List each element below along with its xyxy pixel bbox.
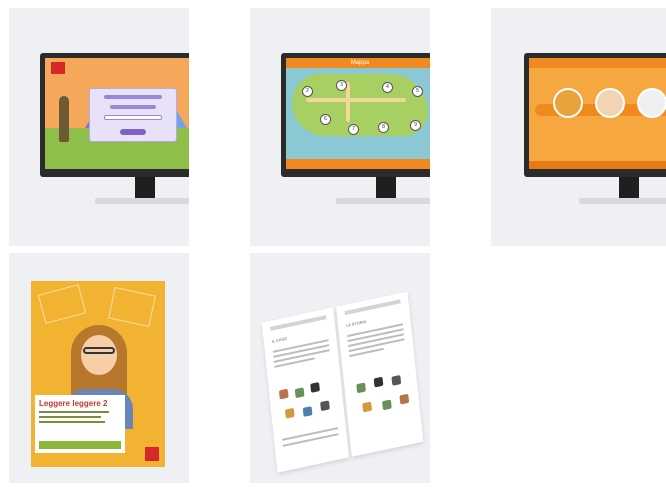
monitor-stand (376, 177, 396, 199)
monitor-base (95, 198, 189, 204)
gallery-thumbnail-2[interactable]: Mappa 2 3 4 5 6 7 8 9 (250, 8, 430, 246)
lion-character-icon (553, 88, 583, 118)
workbook-left-page: IL CASO (261, 307, 349, 473)
map-island (292, 74, 428, 136)
cat-character-icon (637, 88, 666, 118)
workbook-right-page: LA STORIA (336, 291, 424, 457)
book-title-box: Leggere leggere 2 (35, 395, 125, 453)
monitor-base (336, 198, 430, 204)
map-node: 4 (382, 82, 393, 93)
open-workbook: IL CASO LA STORIA (261, 291, 424, 473)
gallery-thumbnail-1[interactable] (9, 8, 189, 246)
monitor-frame: Mappa 2 3 4 5 6 7 8 9 (281, 53, 430, 177)
book-title: Leggere leggere 2 (39, 399, 108, 408)
screen-footer-bar (286, 159, 430, 169)
login-panel (89, 88, 177, 142)
map-node: 6 (320, 114, 331, 125)
monitor-base (579, 198, 666, 204)
gallery-thumbnail-5[interactable]: IL CASO LA STORIA (250, 253, 430, 483)
monitor-frame (40, 53, 189, 177)
left-page-heading: IL CASO (271, 335, 288, 344)
monitor-frame (524, 53, 666, 177)
girl-illustration-icon (81, 335, 117, 375)
map-node: 3 (336, 80, 347, 91)
right-page-heading: LA STORIA (345, 318, 367, 329)
screen-title: Mappa (350, 60, 370, 66)
book-cover: Leggere leggere 2 (31, 281, 165, 467)
monitor-stand (135, 177, 155, 199)
screen-footer-bar (529, 161, 666, 169)
publisher-logo-icon (145, 447, 159, 461)
character-icon (59, 96, 69, 142)
map-node: 7 (348, 124, 359, 135)
gallery-thumbnail-3[interactable] (491, 8, 666, 246)
screen-header-bar (529, 58, 666, 68)
login-screen-preview (45, 58, 189, 169)
map-node: 5 (412, 86, 423, 97)
boy-character-icon (595, 88, 625, 118)
login-button (120, 129, 146, 135)
monitor-stand (619, 177, 639, 199)
map-node: 2 (302, 86, 313, 97)
brand-logo-icon (51, 62, 65, 74)
map-node: 9 (410, 120, 421, 131)
characters-screen-preview (529, 58, 666, 169)
map-screen-preview: Mappa 2 3 4 5 6 7 8 9 (286, 58, 430, 169)
gallery-thumbnail-4[interactable]: Leggere leggere 2 (9, 253, 189, 483)
screen-header-bar: Mappa (286, 58, 430, 68)
map-node: 8 (378, 122, 389, 133)
